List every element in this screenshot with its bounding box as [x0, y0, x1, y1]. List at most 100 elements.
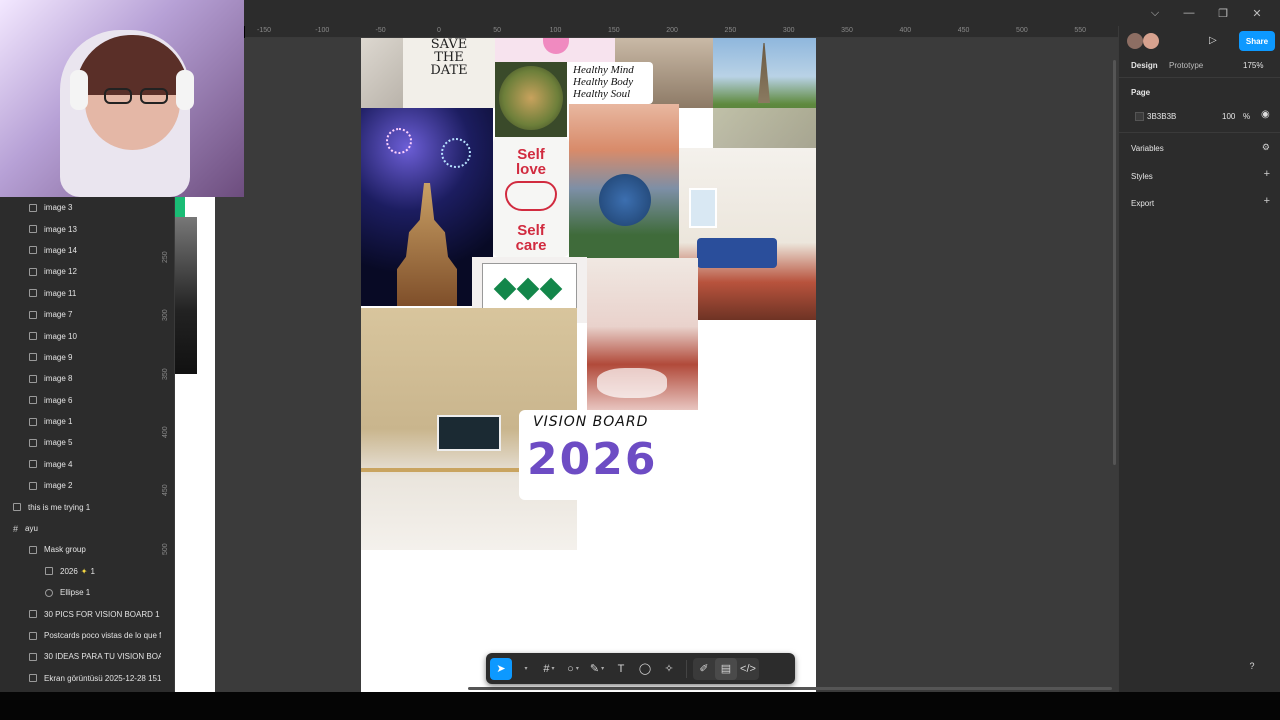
- layer-label: image 2: [44, 481, 73, 491]
- share-button[interactable]: Share: [1239, 31, 1275, 51]
- ruler-tick-label: 0: [436, 27, 441, 34]
- image-icon: [29, 481, 37, 490]
- year-2026: 2026: [527, 434, 654, 485]
- image-icon: [45, 567, 53, 576]
- design-panel: ▷ Share Design Prototype 175% Page 3B3B3…: [1118, 26, 1280, 692]
- image-save-the-date[interactable]: SAVE THE DATE: [403, 38, 495, 108]
- add-export-icon[interactable]: +: [1264, 195, 1270, 207]
- ruler-horizontal: -150 -100 -50 0 50 100 150 200 250 300 350 400 450 50…: [245, 26, 1118, 38]
- image-icon: [29, 225, 37, 234]
- layer-row[interactable]: image 13: [0, 218, 161, 239]
- chevron-down-icon[interactable]: ⌵: [1138, 4, 1172, 22]
- ruler-tick-label: 100: [549, 27, 562, 34]
- design-mode-icon[interactable]: ▤: [715, 657, 737, 680]
- vertical-scrollbar[interactable]: [1113, 60, 1116, 465]
- image-paper-texture[interactable]: [361, 38, 403, 108]
- image-icon: [29, 310, 37, 319]
- avatar[interactable]: [1127, 33, 1143, 49]
- hug-icon: [505, 181, 557, 211]
- image-icon: [29, 353, 37, 362]
- layer-row[interactable]: image 8: [0, 368, 161, 389]
- image-self-love[interactable]: Self love Self care: [493, 137, 569, 257]
- image-pink-room[interactable]: [587, 258, 698, 410]
- image-eiffel-picnic[interactable]: [713, 38, 816, 148]
- layer-row[interactable]: image 2: [0, 475, 161, 496]
- layer-row[interactable]: Postcards poco vistas de lo que f: [0, 625, 161, 646]
- layer-row[interactable]: image 6: [0, 390, 161, 411]
- section-styles[interactable]: Styles: [1131, 172, 1153, 181]
- image-vision-board-2026[interactable]: VISION BOARD 2026: [519, 410, 654, 500]
- actions-tool-icon[interactable]: ✧: [658, 658, 680, 680]
- layer-label: image 8: [44, 374, 73, 384]
- layer-row[interactable]: 2026 ✦ 1: [0, 561, 161, 582]
- ellipse-icon: [45, 588, 53, 597]
- move-tool-dropdown[interactable]: ▾: [514, 658, 536, 680]
- layer-label: image 11: [44, 288, 77, 298]
- pen-tool-icon[interactable]: ✎ ▾: [586, 658, 608, 680]
- image-icon: [29, 652, 37, 661]
- section-export[interactable]: Export: [1131, 199, 1154, 208]
- text-tool-icon[interactable]: T: [610, 658, 632, 680]
- layer-row[interactable]: image 1: [0, 411, 161, 432]
- ruler-tick-label: 150: [607, 27, 620, 34]
- page-color-value[interactable]: 3B3B3B: [1147, 112, 1176, 121]
- vision-board-title: VISION BOARD: [533, 414, 649, 430]
- image-icon: [29, 203, 37, 212]
- ruler-tick-label: 500: [1016, 27, 1028, 34]
- page-opacity-value[interactable]: 100: [1222, 112, 1235, 121]
- layer-row[interactable]: image 11: [0, 283, 161, 304]
- image-healthy-bowl[interactable]: [495, 62, 567, 137]
- page-color-swatch[interactable]: [1135, 112, 1144, 121]
- restore-button[interactable]: ❐: [1206, 4, 1240, 22]
- layer-row[interactable]: Ekran görüntüsü 2025-12-28 1513: [0, 668, 161, 689]
- draw-mode-icon[interactable]: ✐: [693, 658, 715, 680]
- shape-tool-icon[interactable]: ○ ▾: [562, 658, 584, 680]
- layer-row[interactable]: image 7: [0, 304, 161, 325]
- layer-label: 2026: [60, 566, 78, 576]
- add-style-icon[interactable]: +: [1264, 168, 1270, 180]
- layer-label: 30 PICS FOR VISION BOARD 1: [44, 609, 160, 619]
- frame-tool-icon[interactable]: # ▾: [538, 658, 560, 680]
- play-icon[interactable]: ▷: [1209, 35, 1217, 46]
- eye-icon[interactable]: ◉: [1261, 109, 1270, 120]
- layer-row[interactable]: Mask group: [0, 539, 161, 560]
- layer-row[interactable]: image 10: [0, 325, 161, 346]
- avatar[interactable]: [1143, 33, 1159, 49]
- section-variables[interactable]: Variables: [1131, 144, 1164, 153]
- layer-row[interactable]: 30 PICS FOR VISION BOARD 1: [0, 603, 161, 624]
- close-button[interactable]: ✕: [1240, 4, 1274, 22]
- layer-row[interactable]: image 4: [0, 454, 161, 475]
- layer-row[interactable]: image 9: [0, 347, 161, 368]
- image-pink-heart[interactable]: [495, 38, 615, 62]
- comment-tool-icon[interactable]: ◯: [634, 658, 656, 680]
- layer-row[interactable]: image 3: [0, 197, 161, 218]
- horizontal-scrollbar[interactable]: [468, 687, 1112, 690]
- layer-row[interactable]: image 14: [0, 240, 161, 261]
- layer-row[interactable]: # ayu: [0, 518, 161, 539]
- help-button[interactable]: ?: [1243, 657, 1261, 675]
- side-frame-image[interactable]: [175, 217, 197, 374]
- layer-row[interactable]: image 12: [0, 261, 161, 282]
- layer-row[interactable]: Ellipse 1: [0, 582, 161, 603]
- dev-mode-icon[interactable]: </>: [737, 658, 759, 680]
- variables-icon[interactable]: ⚙: [1262, 142, 1270, 153]
- move-tool-icon[interactable]: ➤: [490, 657, 512, 680]
- image-icon: [29, 631, 37, 640]
- tab-design[interactable]: Design: [1131, 61, 1158, 70]
- ruler-tick-label: 250: [162, 251, 169, 263]
- image-healthy-text[interactable]: Healthy Mind Healthy Body Healthy Soul: [567, 62, 653, 104]
- image-icon: [29, 460, 37, 469]
- tab-prototype[interactable]: Prototype: [1169, 61, 1203, 70]
- image-bedroom[interactable]: [679, 148, 816, 320]
- zoom-level[interactable]: 175%: [1243, 61, 1263, 70]
- layer-label: image 13: [44, 224, 77, 234]
- ruler-tick-label: 250: [724, 27, 737, 34]
- image-universal-globe[interactable]: [569, 104, 679, 258]
- layer-row[interactable]: image 5: [0, 432, 161, 453]
- layer-row[interactable]: this is me trying 1: [0, 496, 161, 517]
- image-icon: [29, 396, 37, 405]
- layer-row[interactable]: 30 IDEAS PARA TU VISION BOAR: [0, 646, 161, 667]
- minimize-button[interactable]: —: [1172, 4, 1206, 22]
- healthy-line-2: Healthy Body: [573, 76, 634, 88]
- vision-board-frame[interactable]: SAVE THE DATE Healthy Mind Healthy Body …: [361, 38, 816, 692]
